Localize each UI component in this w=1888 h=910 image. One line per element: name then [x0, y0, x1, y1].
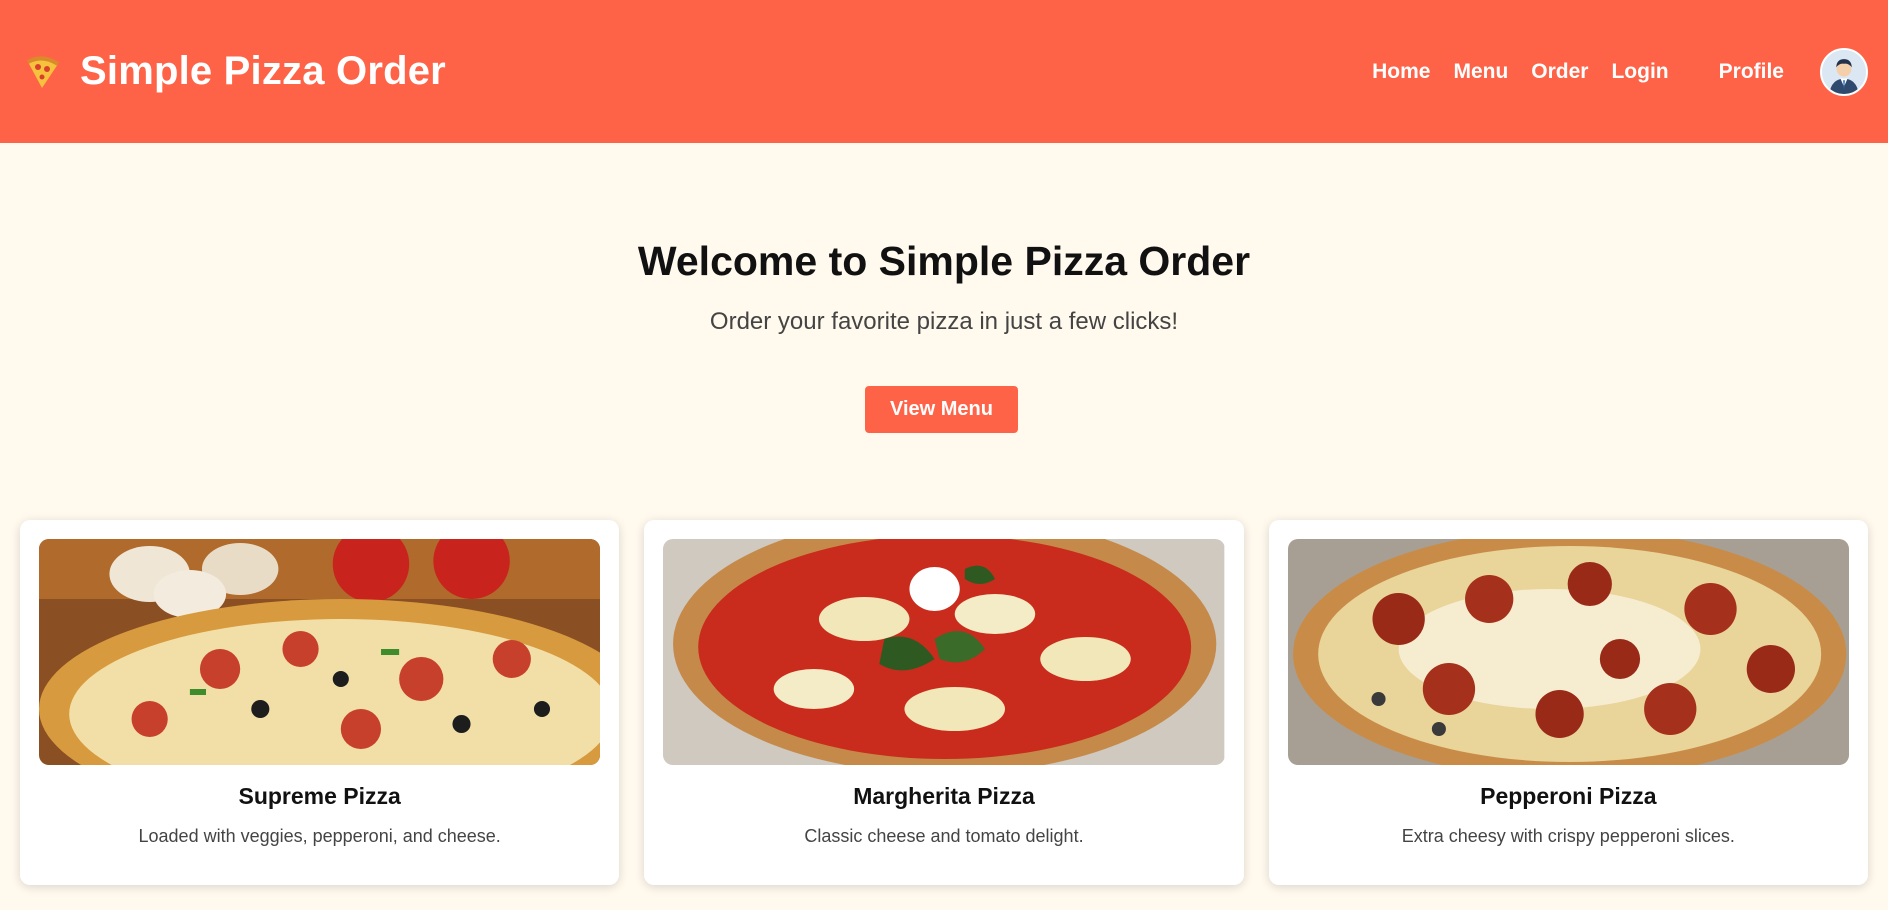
pizza-cards: Supreme Pizza Loaded with veggies, peppe…	[20, 520, 1868, 885]
pizza-name: Supreme Pizza	[238, 783, 401, 809]
user-avatar-icon[interactable]	[1820, 47, 1868, 96]
brand-title: Simple Pizza Order	[80, 49, 446, 93]
pizza-description: Classic cheese and tomato delight.	[804, 826, 1084, 846]
pizza-description: Loaded with veggies, pepperoni, and chee…	[138, 826, 501, 846]
pizza-card-pepperoni[interactable]: Pepperoni Pizza Extra cheesy with crispy…	[1268, 520, 1868, 885]
nav-home-link[interactable]: Home	[1372, 60, 1430, 84]
pizza-description: Extra cheesy with crispy pepperoni slice…	[1401, 826, 1735, 846]
nav-order-link[interactable]: Order	[1531, 60, 1588, 84]
nav-profile-link[interactable]: Profile	[1719, 60, 1784, 84]
pizza-card-supreme[interactable]: Supreme Pizza Loaded with veggies, peppe…	[20, 520, 620, 885]
brand[interactable]: Simple Pizza Order	[22, 49, 446, 94]
pizza-slice-icon	[27, 56, 60, 88]
main-nav: Home Menu Order Login Profile	[1372, 47, 1868, 96]
view-menu-button[interactable]: View Menu	[865, 386, 1018, 433]
margherita-pizza-photo	[663, 539, 1225, 765]
pizza-card-margherita[interactable]: Margherita Pizza Classic cheese and toma…	[644, 520, 1244, 885]
pizza-name: Margherita Pizza	[853, 783, 1035, 809]
top-navbar: Simple Pizza Order Home Menu Order Login…	[0, 0, 1888, 143]
nav-menu-link[interactable]: Menu	[1453, 60, 1508, 84]
supreme-pizza-photo	[39, 539, 601, 765]
pepperoni-pizza-photo	[1287, 539, 1849, 765]
hero-title: Welcome to Simple Pizza Order	[637, 238, 1251, 284]
pizza-name: Pepperoni Pizza	[1480, 783, 1657, 809]
hero-subtitle: Order your favorite pizza in just a few …	[709, 308, 1179, 335]
nav-login-link[interactable]: Login	[1611, 60, 1668, 84]
